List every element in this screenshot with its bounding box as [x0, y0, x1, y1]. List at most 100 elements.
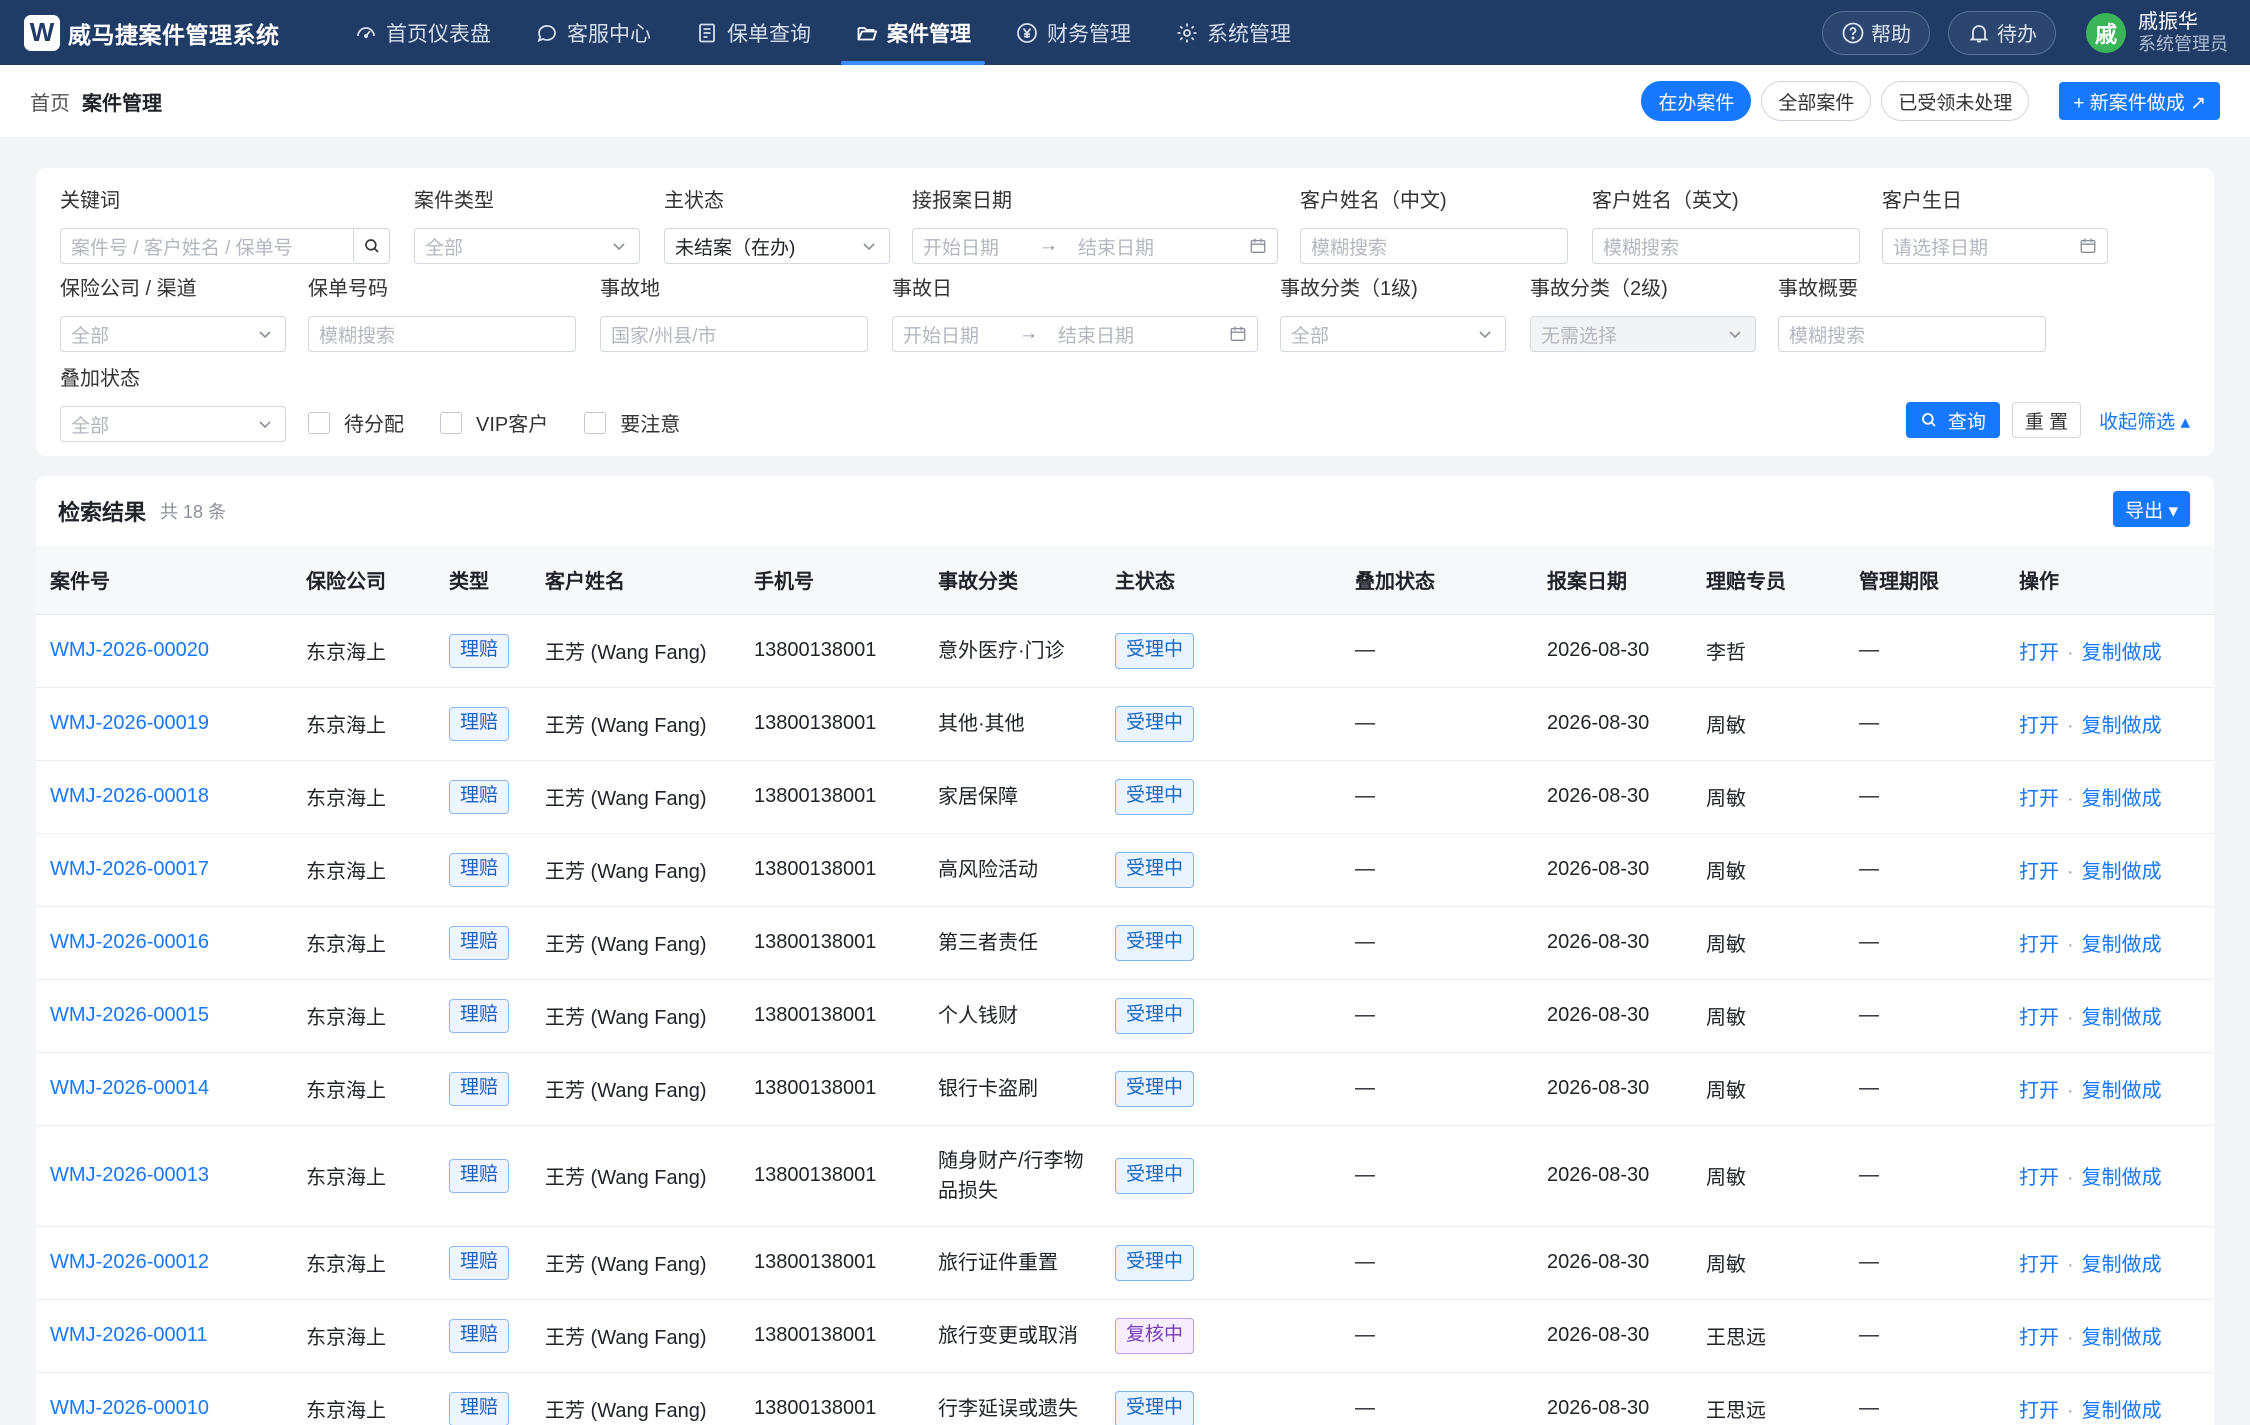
open-link[interactable]: 打开 [2019, 934, 2059, 956]
results-table: 案件号 保险公司 类型 客户姓名 手机号 事故分类 主状态 叠加状态 报案日期 理赔专员 管理期限操… [36, 546, 2214, 1425]
checkbox-box[interactable] [584, 411, 607, 434]
open-link[interactable]: 打开 [2019, 1327, 2059, 1349]
customer-name: 王芳 (Wang Fang) [545, 788, 707, 810]
view-tab[interactable]: 在办案件 [1641, 81, 1752, 121]
open-link[interactable]: 打开 [2019, 715, 2059, 737]
collapse-filter-button[interactable]: 收起筛选 ▴ [2099, 407, 2190, 434]
case-number-link[interactable]: WMJ-2026-00018 [50, 785, 209, 807]
table-row[interactable]: WMJ-2026-00014 东京海上 理赔 王芳 (Wang Fang) 138001… [36, 1052, 2214, 1126]
view-tab[interactable]: 已受领未处理 [1881, 81, 2030, 121]
user-menu[interactable]: 戚 戚振华 系统管理员 [2086, 10, 2228, 56]
name-en-input[interactable]: 模糊搜索 [1592, 228, 1860, 264]
table-row[interactable]: WMJ-2026-00016 东京海上 理赔 王芳 (Wang Fang) 138001… [36, 906, 2214, 980]
checkbox-box[interactable] [440, 411, 462, 434]
table-cell: 13800138001 [740, 833, 924, 907]
main-nav: 首页仪表盘 客服中心 保单查询 案件管理 财务管理 系统管理 [332, 0, 1313, 65]
open-link[interactable]: 打开 [2019, 1400, 2059, 1422]
policy-no-input[interactable]: 模糊搜索 [308, 316, 576, 352]
table-cell: 2026-08-30 [1533, 760, 1692, 834]
case-number-link[interactable]: WMJ-2026-00017 [50, 858, 209, 880]
summary-input[interactable]: 模糊搜索 [1778, 316, 2046, 352]
open-link[interactable]: 打开 [2019, 642, 2059, 664]
open-link[interactable]: 打开 [2019, 1007, 2059, 1029]
app-title: 威马捷案件管理系统 [68, 21, 280, 48]
filter-keyword: 关键词 案件号 / 客户姓名 / 保单号 [60, 188, 390, 264]
table-cell: 高风险活动 [924, 833, 1101, 907]
table-row[interactable]: WMJ-2026-00017 东京海上 理赔 王芳 (Wang Fang) 138001… [36, 833, 2214, 907]
main-status-select[interactable]: 未结案（在办) [664, 228, 890, 264]
case-number-link[interactable]: WMJ-2026-00010 [50, 1397, 209, 1419]
copy-create-link[interactable]: 复制做成 [2082, 1167, 2162, 1189]
search-icon[interactable] [353, 229, 389, 262]
overlay-select[interactable]: 全部 [60, 406, 286, 442]
open-link[interactable]: 打开 [2019, 1080, 2059, 1102]
checkbox-vip[interactable]: VIP客户 [440, 408, 548, 437]
copy-create-link[interactable]: 复制做成 [2082, 642, 2162, 664]
case-number-link[interactable]: WMJ-2026-00015 [50, 1004, 209, 1026]
insurer-value: 全部 [71, 325, 110, 347]
table-cell: 银行卡盗刷 [924, 1052, 1101, 1126]
keyword-input[interactable]: 案件号 / 客户姓名 / 保单号 [60, 228, 390, 264]
view-tab[interactable]: 全部案件 [1761, 81, 1872, 121]
reset-button[interactable]: 重 置 [2011, 402, 2082, 438]
open-link[interactable]: 打开 [2019, 861, 2059, 883]
nav-item-yen[interactable]: 财务管理 [993, 0, 1153, 65]
case-type-select[interactable]: 全部 [414, 228, 640, 264]
copy-create-link[interactable]: 复制做成 [2082, 934, 2162, 956]
case-number-link[interactable]: WMJ-2026-00020 [50, 639, 209, 661]
case-number-link[interactable]: WMJ-2026-00016 [50, 931, 209, 953]
table-row[interactable]: WMJ-2026-00020 东京海上 理赔 王芳 (Wang Fang) 138001… [36, 614, 2214, 688]
table-row[interactable]: WMJ-2026-00013 东京海上 理赔 王芳 (Wang Fang) 138001… [36, 1125, 2214, 1227]
nav-item-document[interactable]: 保单查询 [673, 0, 833, 65]
cat1-select[interactable]: 全部 [1280, 316, 1506, 352]
brand[interactable]: W 威马捷案件管理系统 [24, 14, 314, 51]
open-link[interactable]: 打开 [2019, 1254, 2059, 1276]
case-number-link[interactable]: WMJ-2026-00013 [50, 1164, 209, 1186]
nav-item-dashboard[interactable]: 首页仪表盘 [332, 0, 513, 65]
nav-item-gear[interactable]: 系统管理 [1153, 0, 1313, 65]
column-header: 叠加状态 [1341, 546, 1533, 615]
export-button[interactable]: 导出 ▾ [2113, 491, 2190, 527]
copy-create-link[interactable]: 复制做成 [2082, 1400, 2162, 1422]
name-cn-input[interactable]: 模糊搜索 [1300, 228, 1568, 264]
table-cell: 东京海上 [292, 1299, 435, 1373]
todo-button[interactable]: 待办 [1948, 10, 2056, 55]
new-case-button[interactable]: + 新案件做成 ↗ [2059, 82, 2220, 120]
filter-name-en: 客户姓名（英文) 模糊搜索 [1592, 188, 1860, 264]
case-number-link[interactable]: WMJ-2026-00014 [50, 1077, 209, 1099]
copy-create-link[interactable]: 复制做成 [2082, 715, 2162, 737]
table-row[interactable]: WMJ-2026-00018 东京海上 理赔 王芳 (Wang Fang) 138001… [36, 760, 2214, 834]
table-row[interactable]: WMJ-2026-00010 东京海上 理赔 王芳 (Wang Fang) 138001… [36, 1372, 2214, 1425]
report-date-range[interactable]: 开始日期 → 结束日期 [912, 228, 1278, 264]
copy-create-link[interactable]: 复制做成 [2082, 1254, 2162, 1276]
nav-item-chat[interactable]: 客服中心 [513, 0, 673, 65]
deadline: — [1859, 931, 1879, 953]
row-actions: 打开 · 复制做成 [2019, 788, 2162, 810]
case-number-link[interactable]: WMJ-2026-00011 [50, 1324, 207, 1346]
table-row[interactable]: WMJ-2026-00015 东京海上 理赔 王芳 (Wang Fang) 138001… [36, 979, 2214, 1053]
column-header: 客户姓名 [531, 546, 740, 615]
checkbox-box[interactable] [308, 411, 330, 434]
help-button[interactable]: 帮助 [1822, 10, 1930, 55]
case-number-link[interactable]: WMJ-2026-00019 [50, 712, 209, 734]
accident-date-range[interactable]: 开始日期 → 结束日期 [892, 316, 1258, 352]
table-row[interactable]: WMJ-2026-00012 东京海上 理赔 王芳 (Wang Fang) 138001… [36, 1226, 2214, 1300]
case-number-link[interactable]: WMJ-2026-00012 [50, 1251, 209, 1273]
table-row[interactable]: WMJ-2026-00011 东京海上 理赔 王芳 (Wang Fang) 138001… [36, 1299, 2214, 1373]
copy-create-link[interactable]: 复制做成 [2082, 1327, 2162, 1349]
accident-place-input[interactable]: 国家/州县/市 [600, 316, 868, 352]
insurer-select[interactable]: 全部 [60, 316, 286, 352]
checkbox-unassigned[interactable]: 待分配 [308, 408, 404, 437]
open-link[interactable]: 打开 [2019, 1167, 2059, 1189]
breadcrumb-home[interactable]: 首页 [30, 87, 70, 116]
open-link[interactable]: 打开 [2019, 788, 2059, 810]
checkbox-attention[interactable]: 要注意 [584, 408, 680, 437]
nav-item-folder[interactable]: 案件管理 [833, 0, 993, 65]
copy-create-link[interactable]: 复制做成 [2082, 861, 2162, 883]
copy-create-link[interactable]: 复制做成 [2082, 1080, 2162, 1102]
table-row[interactable]: WMJ-2026-00019 东京海上 理赔 王芳 (Wang Fang) 138001… [36, 687, 2214, 761]
copy-create-link[interactable]: 复制做成 [2082, 1007, 2162, 1029]
copy-create-link[interactable]: 复制做成 [2082, 788, 2162, 810]
birthday-picker[interactable]: 请选择日期 [1882, 228, 2108, 264]
query-button[interactable]: 查询 [1905, 402, 2000, 438]
